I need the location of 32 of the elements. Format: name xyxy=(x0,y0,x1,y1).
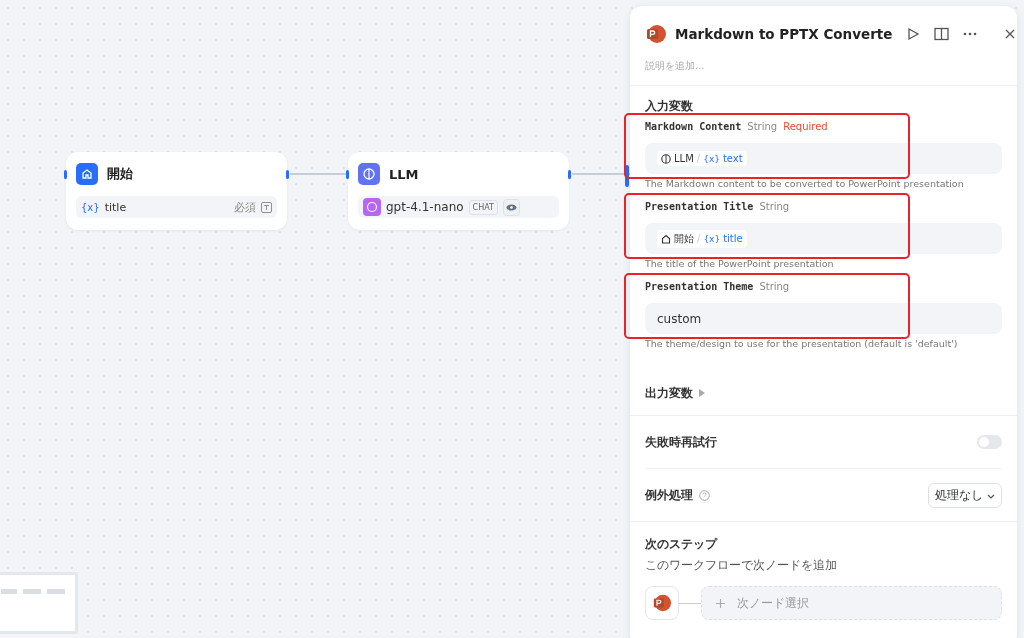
variable-input[interactable]: 開始 / {x} title xyxy=(645,223,1002,254)
required-label: 必須 xyxy=(234,199,256,215)
error-handling-dropdown[interactable]: 処理なし xyxy=(928,482,1002,508)
variable-name: title xyxy=(104,200,128,214)
panel-title: Markdown to PPTX Converte xyxy=(675,26,893,42)
node-title: 開始 xyxy=(107,165,133,183)
workflow-node[interactable]: 開始 {x} title 必須 xyxy=(66,152,287,230)
retry-label: 失敗時再試行 xyxy=(645,433,718,451)
mode-tag: CHAT xyxy=(468,199,498,215)
output-variables-toggle[interactable]: 出力変数 xyxy=(630,371,1017,416)
variable-description: The Markdown content to be converted to PowerPoint presentation xyxy=(645,178,965,189)
variable-type: String xyxy=(747,121,778,132)
node-title: LLM xyxy=(389,166,419,182)
required-label: Required xyxy=(783,121,828,132)
variable-type: String xyxy=(759,201,790,212)
section-title: 入力変数 xyxy=(645,98,694,115)
variable-reference-tag: 開始 / {x} title xyxy=(657,229,747,248)
error-handling-label: 例外処理 xyxy=(645,486,693,504)
variable-type: String xyxy=(759,281,790,292)
model-name: gpt-4.1-nano xyxy=(386,200,464,214)
section-title: 次のステップ xyxy=(645,536,719,553)
variable-name: Presentation Theme xyxy=(645,281,754,292)
variable-icon: {x} xyxy=(81,201,100,213)
workflow-node[interactable]: LLM gpt-4.1-nano CHAT xyxy=(348,152,569,230)
variable-input[interactable]: custom xyxy=(645,303,1002,334)
variable-name: Markdown Content xyxy=(645,121,742,132)
variable-reference-tag: LLM / {x} text xyxy=(657,151,747,166)
variable-description: The theme/design to use for the presentation (default is 'default') xyxy=(645,338,959,349)
variable-name: Presentation Title xyxy=(645,201,754,212)
variable-description: The title of the PowerPoint presentation xyxy=(645,258,835,269)
variable-input[interactable]: LLM / {x} text xyxy=(645,143,1002,174)
section-subtitle: このワークフローで次ノードを追加 xyxy=(645,557,838,574)
